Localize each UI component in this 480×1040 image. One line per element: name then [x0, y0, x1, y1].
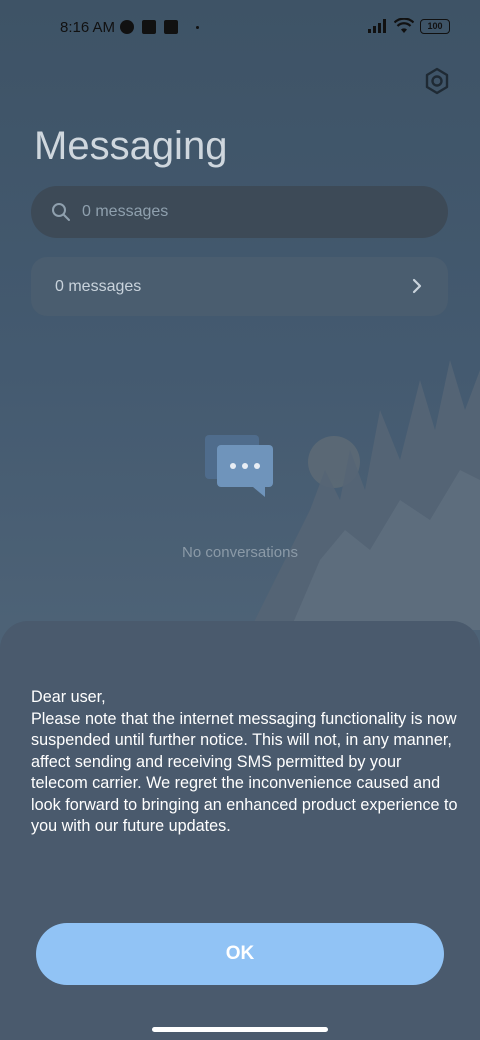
- ok-button[interactable]: OK: [36, 923, 444, 985]
- signal-icon: [368, 19, 386, 33]
- notification-square-icon: [142, 20, 156, 34]
- search-icon: [52, 203, 70, 221]
- notification-icons: [120, 20, 199, 34]
- page-title: Messaging: [34, 124, 228, 168]
- messages-summary-label: 0 messages: [55, 278, 142, 295]
- empty-state-text: No conversations: [182, 544, 298, 561]
- more-notifications-dot-icon: [196, 25, 199, 29]
- battery-icon: 100: [420, 18, 450, 34]
- background-trees: [250, 360, 480, 630]
- system-icons: 100: [368, 18, 450, 34]
- notification-box-icon: [164, 20, 178, 34]
- status-bar: 8:16 AM 100: [0, 0, 480, 56]
- status-time: 8:16 AM: [60, 19, 116, 36]
- notification-app-icon: [120, 20, 134, 34]
- dialog-message: Dear user, Please note that the internet…: [31, 688, 458, 835]
- search-placeholder: 0 messages: [82, 203, 169, 220]
- search-bar[interactable]: 0 messages: [31, 186, 448, 238]
- notice-dialog: Dear user, Please note that the internet…: [0, 621, 480, 1040]
- gear-icon: [425, 67, 449, 95]
- messages-summary-row[interactable]: 0 messages: [31, 257, 448, 316]
- chat-bubbles-icon: [205, 435, 273, 497]
- settings-button[interactable]: [422, 66, 452, 96]
- wifi-icon: [394, 18, 414, 33]
- chevron-right-icon: [412, 278, 422, 294]
- home-indicator[interactable]: [152, 1027, 328, 1032]
